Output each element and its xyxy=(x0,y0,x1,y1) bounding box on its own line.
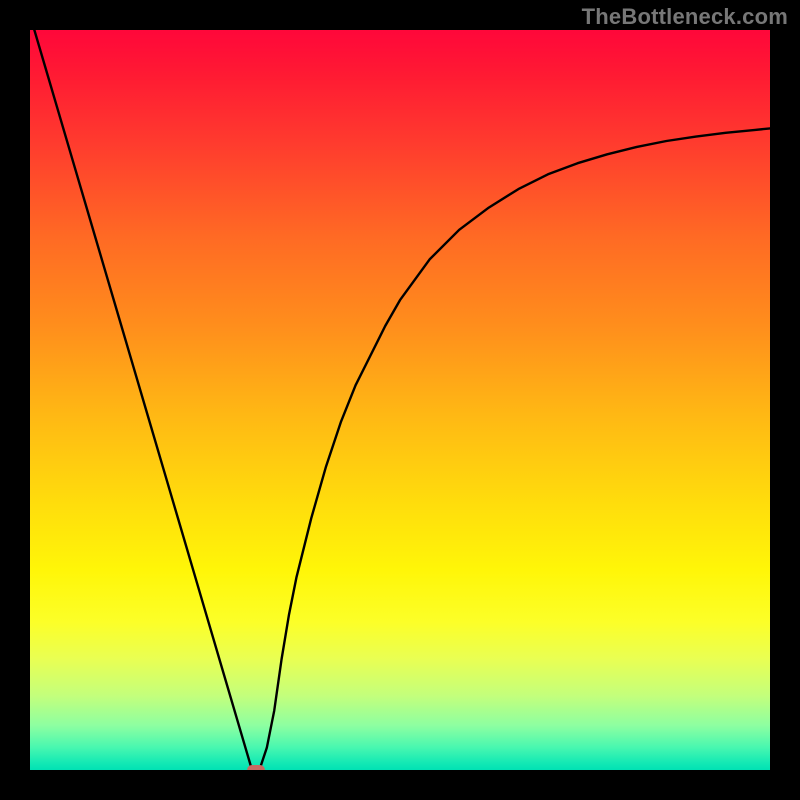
bottleneck-curve xyxy=(30,30,770,770)
plot-area xyxy=(30,30,770,770)
curve-layer xyxy=(30,30,770,770)
min-marker xyxy=(247,765,265,770)
watermark-text: TheBottleneck.com xyxy=(582,4,788,30)
chart-frame: TheBottleneck.com xyxy=(0,0,800,800)
